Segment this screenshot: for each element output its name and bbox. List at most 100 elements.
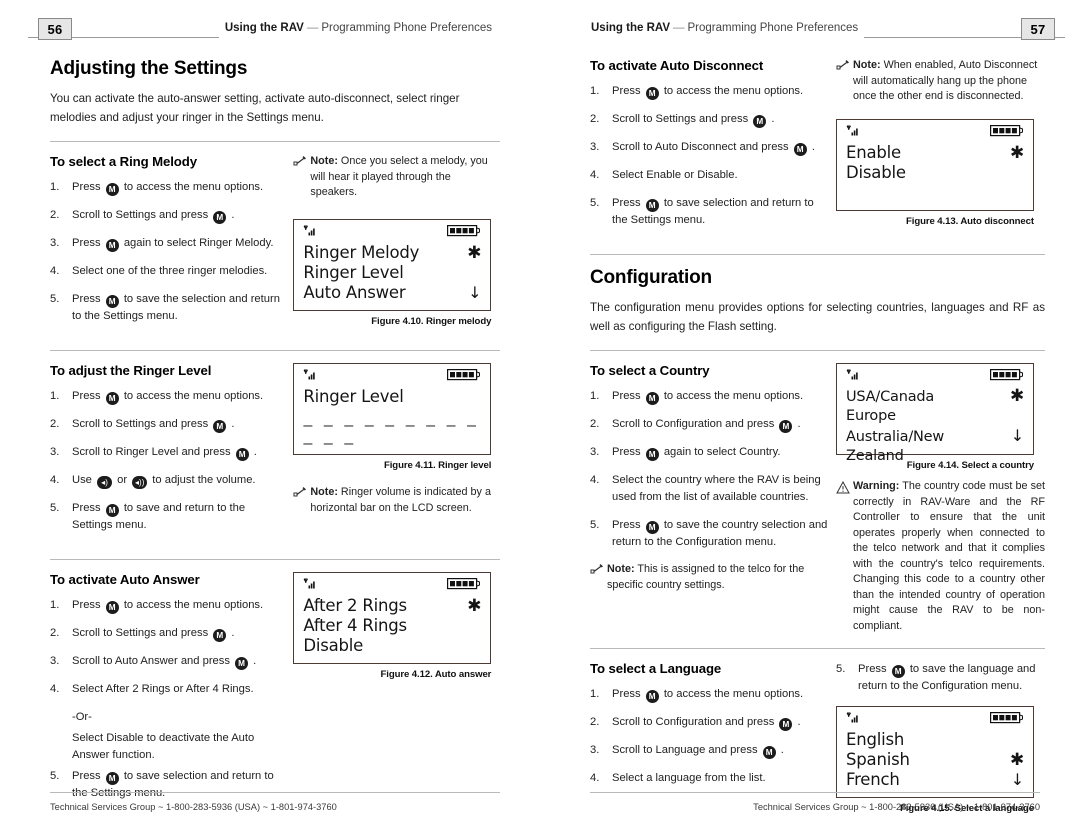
step-text-cont: .	[768, 113, 775, 125]
figure-caption-4-11: Figure 4.11. Ringer level	[383, 460, 492, 471]
m-button-icon[interactable]: M	[105, 295, 119, 308]
warning-country-code: Warning: The country code must be set co…	[836, 479, 1045, 634]
battery-full-icon	[990, 369, 1024, 381]
lcd-row-label: Ringer Level	[303, 387, 404, 406]
header-title-bold: Using the RAV	[591, 21, 671, 34]
step-item: 2. Scroll to Settings and press M .	[50, 625, 287, 642]
m-button-icon[interactable]: M	[235, 448, 249, 461]
m-button-icon[interactable]: M	[645, 448, 659, 461]
m-button-icon[interactable]: M	[213, 629, 227, 642]
m-button-icon[interactable]: M	[105, 392, 119, 405]
heading-adjust-ringer-level: To adjust the Ringer Level	[50, 363, 212, 378]
m-button-icon[interactable]: M	[753, 115, 767, 128]
m-button-icon[interactable]: M	[235, 657, 249, 670]
m-button-icon[interactable]: M	[105, 601, 119, 614]
lcd-row: English	[846, 730, 1024, 750]
m-button-icon[interactable]: M	[779, 718, 793, 731]
m-button-icon[interactable]: M	[105, 504, 119, 517]
note-hand-icon	[836, 58, 853, 105]
selected-asterisk-icon: ✱	[1009, 142, 1024, 163]
figure-caption-4-13: Figure 4.13. Auto disconnect	[906, 215, 1034, 227]
volume-up-icon[interactable]: ◂))	[132, 476, 148, 489]
left-page-header: 56 Using the RAV — Programming Phone Prefe…	[28, 16, 498, 42]
selected-asterisk-icon: ✱	[467, 242, 482, 263]
lcd-row-label: English	[846, 730, 905, 749]
step-text: Press	[858, 663, 890, 675]
left-page-footer: Technical Services Group ~ 1-800-283-593…	[50, 792, 500, 812]
step-number: 1.	[590, 688, 600, 700]
m-button-icon[interactable]: M	[645, 392, 659, 405]
lcd-row-label: Enable	[846, 142, 902, 162]
left-page-body: Adjusting the Settings You can activate …	[50, 58, 500, 813]
step-text-cont: .	[250, 446, 257, 458]
step-item: 4. Select Enable or Disable.	[590, 167, 830, 184]
lcd-row: Ringer Melody ✱	[303, 243, 481, 263]
m-button-icon[interactable]: M	[105, 183, 119, 196]
m-button-icon[interactable]: M	[645, 521, 659, 534]
step-number: 5.	[50, 293, 60, 305]
header-dash: —	[306, 21, 319, 34]
header-dash: —	[673, 21, 685, 34]
note-ring-melody: Note: Once you select a melody, you will…	[293, 154, 500, 201]
signal-bars-icon	[846, 712, 862, 725]
battery-full-icon	[990, 712, 1024, 724]
step-number: 1.	[50, 390, 60, 402]
heading-select-language: To select a Language	[590, 661, 722, 676]
left-page: 56 Using the RAV — Programming Phone Prefe…	[0, 0, 540, 834]
note-country: Note: This is assigned to the telco for …	[590, 562, 830, 593]
m-button-icon[interactable]: M	[793, 143, 807, 156]
step-item: 5. Press M to save the selection and retu…	[50, 291, 287, 325]
lcd-rows-ringer-melody: Ringer Melody ✱ Ringer Level Auto Answer ↓	[303, 243, 481, 303]
step-text: Press	[612, 197, 644, 209]
step-number: 3.	[590, 446, 600, 458]
step-item: 3. Scroll to Auto Disconnect and press M …	[590, 139, 830, 156]
volume-down-icon[interactable]: ◂)	[97, 476, 113, 489]
m-button-icon[interactable]: M	[645, 199, 659, 212]
m-button-icon[interactable]: M	[762, 746, 776, 759]
figure-caption-4-10: Figure 4.10. Ringer melody	[371, 315, 492, 327]
step-number: 2.	[50, 209, 60, 221]
step-text-cont: .	[228, 627, 235, 639]
step-text-cont: to access the menu options.	[120, 599, 264, 611]
note-body: Ringer volume is indicated by a horizont…	[310, 486, 491, 514]
step-text-cont: .	[794, 716, 801, 728]
m-button-icon[interactable]: M	[213, 420, 227, 433]
m-button-icon[interactable]: M	[645, 87, 659, 100]
lcd-row: French ↓	[846, 770, 1024, 790]
note-ringer-level: Note: Ringer volume is indicated by a ho…	[293, 485, 500, 516]
m-button-icon[interactable]: M	[105, 239, 119, 252]
warning-label: Warning:	[853, 480, 900, 492]
signal-bars-icon	[846, 125, 862, 138]
step-text: Press	[72, 770, 104, 782]
step-item: 4. Select one of the three ringer melodie…	[50, 263, 287, 280]
lcd-rows-select-language: English Spanish ✱ French ↓	[846, 730, 1024, 790]
m-button-icon[interactable]: M	[779, 420, 793, 433]
step-text: Scroll to Ringer Level and press	[72, 446, 234, 458]
lcd-figure-ringer-melody: Ringer Melody ✱ Ringer Level Auto Answer ↓	[293, 218, 492, 311]
divider	[50, 350, 500, 351]
selected-asterisk-icon: ✱	[1009, 750, 1024, 770]
step-number: 2.	[590, 716, 600, 728]
m-button-icon[interactable]: M	[213, 211, 227, 224]
lcd-row: Europe	[846, 407, 1024, 426]
warning-country-text: Warning: The country code must be set co…	[853, 479, 1045, 634]
step-text: Select the country where the RAV is bein…	[612, 474, 821, 503]
step-item: 1. Press M to access the menu options.	[50, 179, 287, 196]
page-title-adjusting-settings: Adjusting the Settings	[50, 58, 248, 79]
step-number: 4.	[50, 474, 60, 486]
selected-asterisk-icon: ✱	[1009, 386, 1024, 406]
m-button-icon[interactable]: M	[891, 665, 905, 678]
step-text: Press	[612, 688, 644, 700]
m-button-icon[interactable]: M	[645, 690, 659, 703]
steps-auto-disconnect: 1. Press M to access the menu options. 2. S…	[590, 83, 830, 229]
note-auto-disconnect: Note: When enabled, Auto Disconnect will…	[836, 58, 1045, 105]
step-number: 4.	[590, 474, 600, 486]
step-item: 5. Press M to save and return to the Sett…	[50, 500, 287, 534]
step-text: Scroll to Settings and press	[72, 209, 212, 221]
m-button-icon[interactable]: M	[105, 772, 119, 785]
lcd-row-label: Ringer Melody	[303, 242, 420, 262]
divider	[50, 559, 500, 560]
section-ringer-level: To adjust the Ringer Level 1. Press M to …	[50, 363, 500, 545]
page-number-right: 57	[1021, 18, 1055, 40]
step-text: Press	[72, 390, 104, 402]
